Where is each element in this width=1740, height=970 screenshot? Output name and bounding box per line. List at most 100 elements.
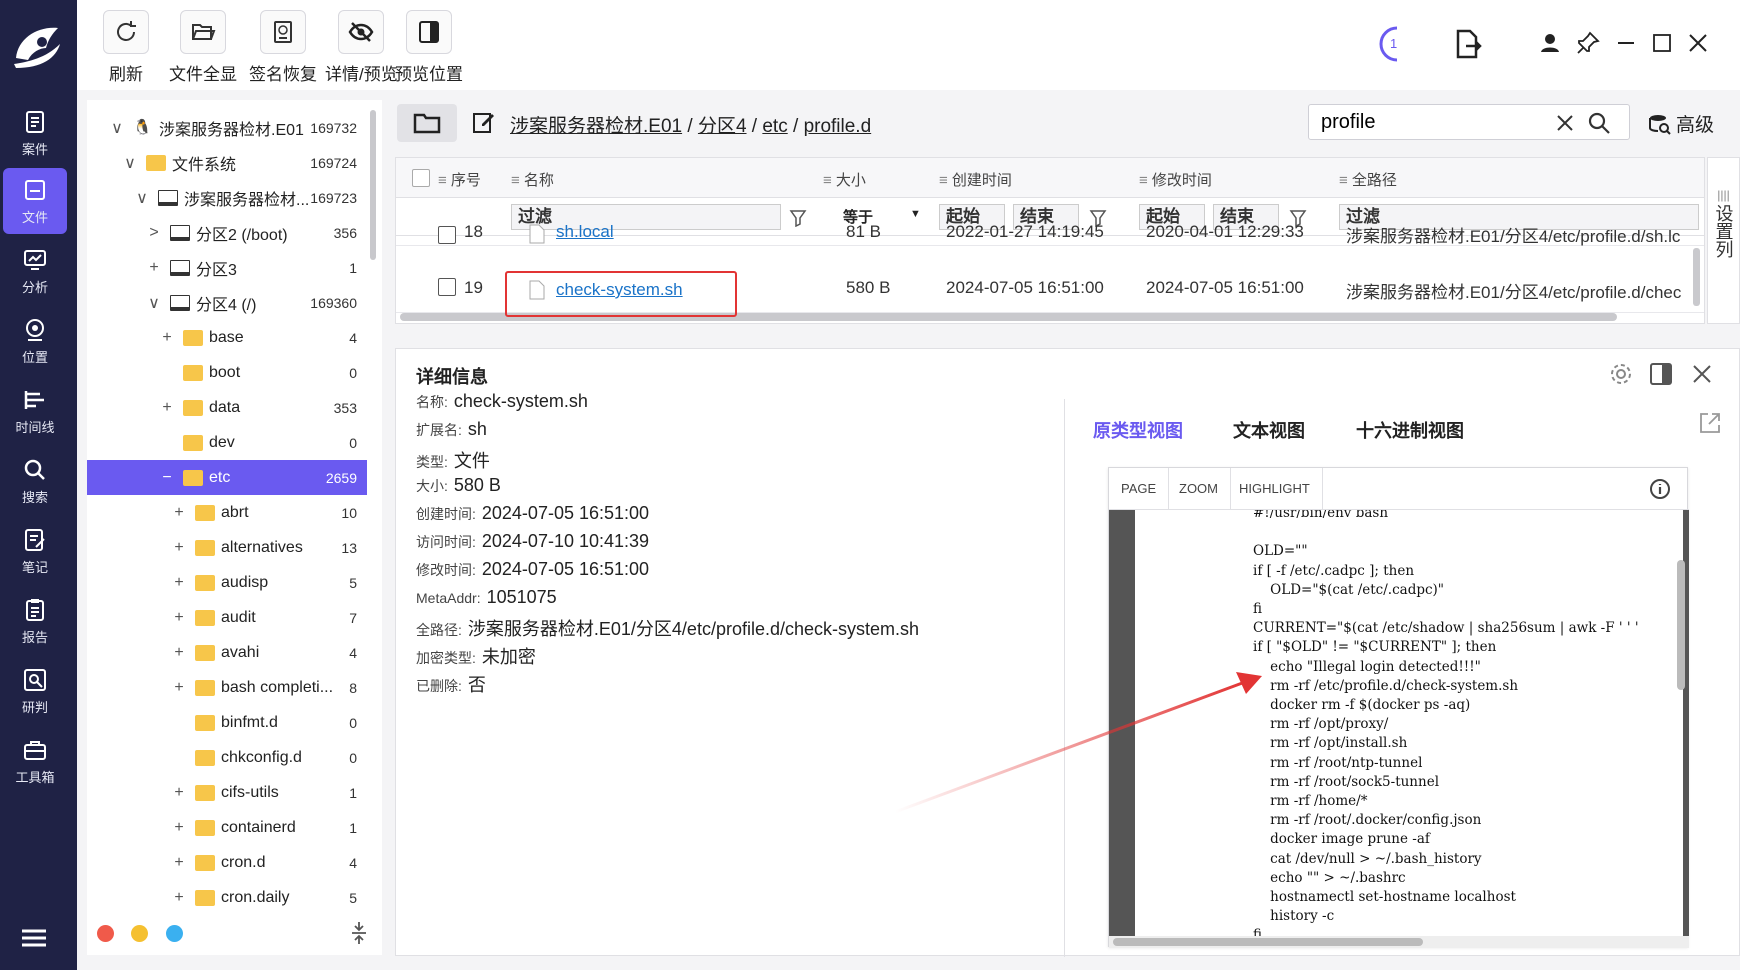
row-checkbox[interactable]	[438, 226, 456, 244]
tree-toggle-icon[interactable]: +	[171, 889, 187, 907]
col-size[interactable]: 大小	[823, 169, 866, 190]
nav-item-timeline[interactable]: 时间线	[3, 378, 67, 444]
user-icon[interactable]	[1537, 30, 1563, 56]
preview-position-button[interactable]: 预览位置	[395, 10, 463, 85]
grid-vertical-scrollbar[interactable]	[1693, 248, 1700, 306]
select-all-checkbox[interactable]	[412, 169, 430, 187]
signature-recover-button[interactable]: 签名恢复	[249, 10, 317, 85]
tree-toggle-icon[interactable]: ∨	[109, 118, 125, 138]
tree-node[interactable]: + 分区3 1	[87, 250, 367, 285]
tree-toggle-icon[interactable]: +	[171, 679, 187, 697]
tree-node[interactable]: − etc 2659	[87, 460, 367, 495]
tree-node[interactable]: chkconfig.d 0	[87, 740, 367, 775]
tree-toggle-icon[interactable]: +	[146, 259, 162, 277]
refresh-button[interactable]: 刷新	[103, 10, 149, 85]
collapse-all-icon[interactable]	[350, 920, 368, 946]
tree-node[interactable]: + data 353	[87, 390, 367, 425]
column-settings-button[interactable]: |||| 设置列	[1707, 157, 1740, 324]
tree-toggle-icon[interactable]: +	[171, 644, 187, 662]
tree-node[interactable]: ∨ 文件系统 169724	[87, 145, 367, 180]
dropdown-arrow-icon[interactable]: ▼	[910, 208, 921, 220]
col-name[interactable]: 名称	[511, 169, 554, 190]
tree-node[interactable]: ∨ 分区4 (/) 169360	[87, 285, 367, 320]
tree-node[interactable]: + abrt 10	[87, 495, 367, 530]
nav-item-report[interactable]: 报告	[3, 588, 67, 654]
tree-node[interactable]: ∨ 涉案服务器检材... 169723	[87, 180, 367, 215]
maximize-icon[interactable]	[1649, 30, 1675, 56]
edit-path-icon[interactable]	[472, 110, 496, 134]
tab-text-view[interactable]: 文本视图	[1233, 417, 1305, 443]
row-name-link[interactable]: sh.local	[556, 222, 614, 242]
crumb-evidence[interactable]: 涉案服务器检材.E01	[510, 116, 682, 137]
nav-item-search[interactable]: 搜索	[3, 448, 67, 514]
viewer-body[interactable]: #!/usr/bin/env bash OLD="" if [ -f /etc/…	[1109, 510, 1689, 936]
folder-view-button[interactable]	[397, 104, 457, 142]
advanced-search-button[interactable]: 高级	[1648, 110, 1714, 137]
tree-toggle-icon[interactable]: +	[171, 504, 187, 522]
search-input[interactable]	[1321, 109, 1551, 135]
tree-node[interactable]: ∨ 🐧 涉案服务器检材.E01 169732	[87, 110, 367, 145]
nav-item-analysis[interactable]: 分析	[3, 238, 67, 304]
search-icon[interactable]	[1587, 111, 1611, 135]
blue-dot[interactable]	[166, 925, 183, 942]
settings-gear-icon[interactable]	[1608, 361, 1634, 387]
tree-scrollbar[interactable]	[370, 110, 376, 260]
tree-toggle-icon[interactable]: +	[171, 539, 187, 557]
tab-hex-view[interactable]: 十六进制视图	[1356, 417, 1464, 443]
tree-node[interactable]: + cron.d 4	[87, 845, 367, 880]
col-index[interactable]: 序号	[438, 169, 481, 190]
table-row[interactable]: 18 sh.local 81 B 2022-01-27 14:19:45 202…	[396, 222, 1704, 246]
split-panel-icon[interactable]	[1648, 361, 1674, 387]
tree-toggle-icon[interactable]: +	[171, 609, 187, 627]
tree-node[interactable]: > 分区2 (/boot) 356	[87, 215, 367, 250]
col-mtime[interactable]: 修改时间	[1139, 169, 1212, 190]
tree-toggle-icon[interactable]: ∨	[146, 293, 162, 313]
info-icon[interactable]	[1649, 478, 1671, 500]
nav-item-file[interactable]: 文件	[3, 168, 67, 234]
tree-node[interactable]: + audisp 5	[87, 565, 367, 600]
nav-item-judge[interactable]: 研判	[3, 658, 67, 724]
hamburger-menu-icon[interactable]	[20, 926, 48, 950]
crumb-profile-d[interactable]: profile.d	[804, 116, 872, 137]
detail-preview-button[interactable]: 详情/预览	[325, 10, 398, 85]
nav-item-case[interactable]: 案件	[3, 100, 67, 166]
tree-toggle-icon[interactable]: +	[171, 854, 187, 872]
tree-toggle-icon[interactable]: +	[171, 819, 187, 837]
export-file-icon[interactable]	[1452, 28, 1482, 60]
crumb-partition[interactable]: 分区4	[698, 116, 747, 137]
tree-node[interactable]: + containerd 1	[87, 810, 367, 845]
show-all-files-button[interactable]: 文件全显	[169, 10, 237, 85]
viewer-vertical-scrollbar[interactable]	[1677, 560, 1685, 690]
nav-item-toolbox[interactable]: 工具箱	[3, 728, 67, 794]
tree-node[interactable]: + base 4	[87, 320, 367, 355]
tree-node[interactable]: boot 0	[87, 355, 367, 390]
row-checkbox[interactable]	[438, 278, 456, 296]
tree-node[interactable]: + bash completi... 8	[87, 670, 367, 705]
tree-node[interactable]: + cifs-utils 1	[87, 775, 367, 810]
highlight-tool-button[interactable]: HIGHLIGHT	[1227, 468, 1323, 510]
filter-icon[interactable]	[789, 209, 807, 227]
tree-toggle-icon[interactable]: >	[146, 224, 162, 242]
tree-node[interactable]: dev 0	[87, 425, 367, 460]
tree-node[interactable]: + audit 7	[87, 600, 367, 635]
tab-native-view[interactable]: 原类型视图	[1093, 417, 1183, 443]
col-path[interactable]: 全路径	[1339, 169, 1397, 190]
tree-toggle-icon[interactable]: ∨	[134, 188, 150, 208]
crumb-etc[interactable]: etc	[762, 116, 787, 137]
open-external-icon[interactable]	[1698, 411, 1722, 435]
tree-node[interactable]: + cron.daily 5	[87, 880, 367, 915]
zoom-tool-button[interactable]: ZOOM	[1167, 468, 1231, 510]
close-panel-icon[interactable]	[1689, 361, 1715, 387]
nav-item-location[interactable]: 位置	[3, 308, 67, 374]
tree-toggle-icon[interactable]: ∨	[122, 153, 138, 173]
nav-item-note[interactable]: 笔记	[3, 518, 67, 584]
clear-search-icon[interactable]	[1555, 113, 1575, 133]
tree-node[interactable]: + avahi 4	[87, 635, 367, 670]
tree-toggle-icon[interactable]: +	[171, 784, 187, 802]
tree-toggle-icon[interactable]: +	[159, 329, 175, 347]
tree-toggle-icon[interactable]: +	[171, 574, 187, 592]
tree-node[interactable]: + alternatives 13	[87, 530, 367, 565]
col-ctime[interactable]: 创建时间	[939, 169, 1012, 190]
red-dot[interactable]	[97, 925, 114, 942]
tree-toggle-icon[interactable]: +	[159, 399, 175, 417]
